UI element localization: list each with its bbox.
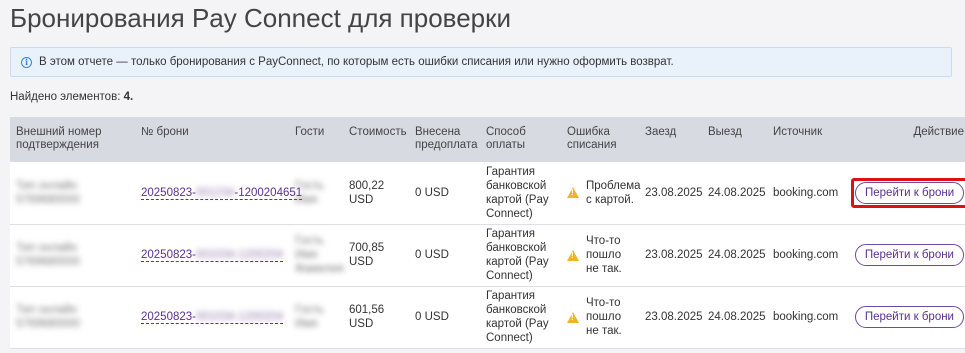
column-header-checkin[interactable]: Заезд xyxy=(639,117,702,162)
checkout-date: 24.08.2025 xyxy=(708,249,766,261)
guest-name: Гость Имя xyxy=(295,179,324,206)
column-header-booking-number[interactable]: № брони xyxy=(135,117,289,162)
external-confirmation: Тип онлайн 5769680000 xyxy=(16,304,80,330)
charge-error-text: Что-то пошло не так. xyxy=(586,297,622,337)
cost-value: 700,85 USD xyxy=(349,242,385,268)
checkout-date: 24.08.2025 xyxy=(708,186,766,199)
booking-source: booking.com xyxy=(773,311,839,323)
booking-number-link[interactable]: 20250823-001034-1200204 xyxy=(141,249,283,262)
booking-source: booking.com xyxy=(773,249,839,261)
table-header-row: Внешний номер подтверждения № брони Гост… xyxy=(10,117,965,162)
external-confirmation: Тип онлайн 5769680000 xyxy=(16,242,80,268)
info-text: В этом отчете — только бронирования с Pa… xyxy=(39,56,674,68)
warning-icon xyxy=(567,187,579,199)
prepaid-value: 0 USD xyxy=(415,311,449,323)
prepaid-value: 0 USD xyxy=(415,186,449,199)
column-header-source[interactable]: Источник xyxy=(767,117,845,162)
column-header-external[interactable]: Внешний номер подтверждения xyxy=(10,117,135,162)
external-confirmation: Тип онлайн 5769680000 xyxy=(16,179,80,206)
column-header-payment-method[interactable]: Способ оплаты xyxy=(480,117,561,162)
table-row: Тип онлайн 5769680000 20250823-001234-12… xyxy=(10,162,965,224)
booking-number-prefix: 20250823- xyxy=(141,311,196,323)
go-to-booking-button[interactable]: Перейти к брони xyxy=(855,181,965,204)
booking-source: booking.com xyxy=(773,186,839,199)
column-header-charge-error[interactable]: Ошибка списания xyxy=(561,117,639,162)
highlight-frame: Перейти к брони xyxy=(851,177,965,208)
cost-value: 601,56 USD xyxy=(349,304,385,330)
column-header-prepaid[interactable]: Внесена предоплата xyxy=(409,117,480,162)
table-row: Тип онлайн 5769680000 20250823-001034-12… xyxy=(10,224,965,286)
column-header-action: Действие xyxy=(913,126,964,138)
column-header-checkout[interactable]: Выезд xyxy=(702,117,767,162)
bookings-table: Внешний номер подтверждения № брони Гост… xyxy=(10,117,965,349)
booking-number-hidden: 001034-1200204 xyxy=(196,311,283,323)
payment-method: Гарантия банковской картой (Pay Connect) xyxy=(486,165,549,220)
results-count-label: Найдено элементов: xyxy=(10,91,121,103)
charge-error-text: Что-то пошло не так. xyxy=(586,235,622,275)
booking-number-hidden: 001234 xyxy=(196,186,235,199)
prepaid-value: 0 USD xyxy=(415,249,449,261)
results-count: Найдено элементов: 4. xyxy=(10,91,133,103)
warning-icon xyxy=(567,311,579,323)
booking-number-hidden: 001034-1200204 xyxy=(196,249,283,261)
charge-error-text: Проблема с картой. xyxy=(586,179,641,206)
warning-icon xyxy=(567,249,579,261)
booking-number-prefix: 20250823- xyxy=(141,186,196,199)
payment-method: Гарантия банковской картой (Pay Connect) xyxy=(486,228,549,282)
checkin-date: 23.08.2025 xyxy=(645,311,703,323)
results-count-value: 4. xyxy=(123,91,134,103)
payment-method: Гарантия банковской картой (Pay Connect) xyxy=(486,290,549,344)
go-to-booking-button[interactable]: Перейти к брони xyxy=(854,306,964,328)
booking-number-link[interactable]: 20250823-001234-1200204651 xyxy=(141,186,303,200)
info-icon: i xyxy=(21,56,32,68)
booking-number-suffix: -1200204651 xyxy=(234,186,303,199)
page-title: Бронирования Pay Connect для проверки xyxy=(10,3,512,33)
column-header-guests[interactable]: Гости xyxy=(289,117,343,162)
cost-value: 800,22 USD xyxy=(349,179,385,206)
column-header-cost[interactable]: Стоимость xyxy=(343,117,409,162)
booking-number-link[interactable]: 20250823-001034-1200204 xyxy=(141,311,283,324)
info-banner: i В этом отчете — только бронирования с … xyxy=(10,47,952,77)
booking-number-prefix: 20250823- xyxy=(141,249,196,261)
guest-name: Гость Имя Фамилия xyxy=(295,235,344,275)
checkin-date: 23.08.2025 xyxy=(645,249,703,261)
table-row: Тип онлайн 5769680000 20250823-001034-12… xyxy=(10,286,965,348)
go-to-booking-button[interactable]: Перейти к брони xyxy=(854,244,964,266)
guest-name: Гость Имя xyxy=(295,304,324,330)
checkin-date: 23.08.2025 xyxy=(645,186,703,199)
checkout-date: 24.08.2025 xyxy=(708,311,766,323)
